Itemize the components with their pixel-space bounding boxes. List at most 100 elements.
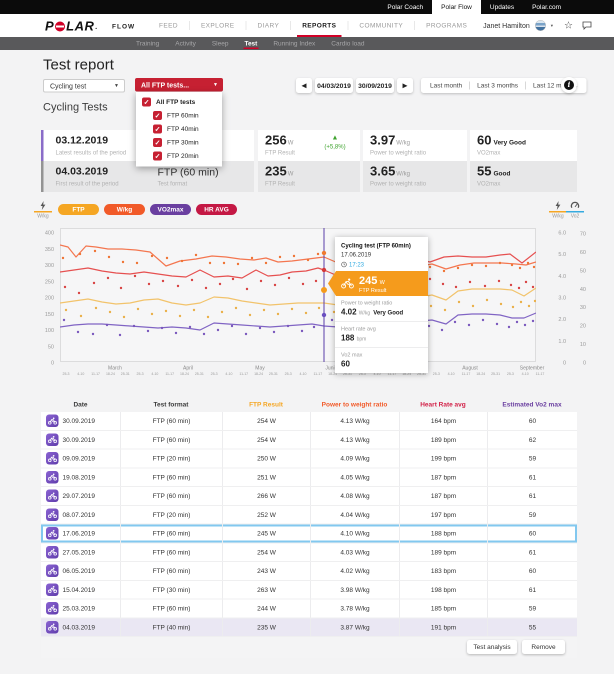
y-axis-left-label: 150 [34, 311, 54, 317]
legend-hr-avg[interactable]: HR AVG [196, 204, 237, 215]
chart-dot [136, 262, 138, 264]
topbar-link-updates[interactable]: Updates [481, 0, 523, 14]
chart-dot [122, 261, 124, 263]
table-row[interactable]: 19.08.2019FTP (60 min)251 W4.05 W/kg187 … [41, 468, 577, 487]
table-cell: 15.04.2019 [41, 581, 120, 599]
logo-letters-lar: LAR [66, 19, 94, 35]
axis-unit-label: Vo2 [562, 214, 588, 220]
menu-item-feed[interactable]: FEED [148, 14, 189, 37]
checkbox-checked-icon[interactable]: ✓ [142, 97, 151, 106]
next-period-button[interactable]: ▶ [397, 78, 413, 93]
column-header-power-to-weight-ratio[interactable]: Power to weight ratio [310, 397, 399, 412]
end-date-input[interactable]: 30/09/2019 [356, 78, 394, 93]
chart-dot [245, 333, 247, 335]
dropdown-item-all-ftp-tests[interactable]: ✓All FTP tests [136, 95, 222, 109]
chart-dot [442, 283, 444, 285]
summary-cell-ftp: 256W FTP Result ▲ (+5,8%) [258, 130, 360, 161]
wkg-unit: W/kg [396, 170, 410, 177]
legend-vo2max[interactable]: VO2max [150, 204, 191, 215]
vo2-value: 60 [477, 133, 491, 148]
menu-item-diary[interactable]: DIARY [246, 14, 290, 37]
subnav-item-sleep[interactable]: Sleep [204, 37, 237, 50]
start-date-input[interactable]: 04/03/2019 [315, 78, 353, 93]
column-header-ftp-result[interactable]: FTP Result [222, 397, 310, 412]
previous-period-button[interactable]: ◀ [296, 78, 312, 93]
table-row[interactable]: 25.03.2019FTP (60 min)244 W3.78 W/kg185 … [41, 600, 577, 619]
table-row[interactable]: 08.07.2019FTP (20 min)252 W4.04 W/kg197 … [41, 506, 577, 525]
table-row[interactable]: 15.04.2019FTP (30 min)263 W3.98 W/kg198 … [41, 581, 577, 600]
table-footer: Test analysis Remove [41, 637, 577, 658]
chart-dot [428, 325, 430, 327]
legend-ftp[interactable]: FTP [58, 204, 99, 215]
subnav-item-running-index[interactable]: Running Index [265, 37, 323, 50]
chart-dot [133, 325, 135, 327]
topbar-link-polar-coach[interactable]: Polar Coach [378, 0, 432, 14]
column-header-heart-rate-avg[interactable]: Heart Rate avg [399, 397, 487, 412]
chart-dot [166, 257, 168, 259]
topbar-link-polar-com[interactable]: Polar.com [523, 0, 570, 14]
test-analysis-button[interactable]: Test analysis [467, 640, 517, 654]
table-cell: 04.03.2019 [41, 618, 120, 636]
chart-dot [331, 319, 333, 321]
checkbox-checked-icon[interactable]: ✓ [153, 138, 162, 147]
x-axis-month-label: April [183, 366, 193, 372]
ftp-filter-select[interactable]: All FTP tests... ▼ [135, 78, 223, 92]
quick-range-last-month[interactable]: Last month [423, 78, 469, 93]
table-row[interactable]: 30.09.2019FTP (60 min)254 W4.13 W/kg164 … [41, 412, 577, 431]
remove-button[interactable]: Remove [522, 640, 565, 654]
quick-range-last-3-months[interactable]: Last 3 months [470, 78, 525, 93]
table-row[interactable]: 17.06.2019FTP (60 min)245 W4.10 W/kg188 … [41, 525, 577, 544]
selection-marker [322, 268, 326, 272]
tooltip-value: 60 [341, 360, 350, 369]
column-header-test-format[interactable]: Test format [120, 397, 222, 412]
table-row[interactable]: 27.05.2019FTP (60 min)254 W4.03 W/kg189 … [41, 543, 577, 562]
subnav-item-training[interactable]: Training [128, 37, 167, 50]
chart-dot [107, 277, 109, 279]
subnav-item-activity[interactable]: Activity [167, 37, 204, 50]
menu-item-community[interactable]: COMMUNITY [348, 14, 414, 37]
x-axis-week-label: 18-24 [106, 373, 115, 377]
table-row[interactable]: 29.07.2019FTP (60 min)266 W4.08 W/kg187 … [41, 487, 577, 506]
table-cell: 61 [487, 581, 577, 599]
chart-dot [137, 308, 139, 310]
table-row[interactable]: 06.05.2019FTP (60 min)243 W4.02 W/kg183 … [41, 562, 577, 581]
x-axis-week-label: 25-3 [359, 373, 366, 377]
table-cell: 60 [487, 562, 577, 580]
summary-cell-ftp: 235W FTP Result [258, 161, 360, 192]
y-axis-wkg-label: 2.0 [546, 317, 566, 323]
column-header-date[interactable]: Date [41, 397, 120, 412]
menu-item-programs[interactable]: PROGRAMS [415, 14, 478, 37]
chart-dot [93, 282, 95, 284]
chart-dot [498, 280, 500, 282]
info-button[interactable]: i [561, 77, 577, 93]
x-axis-week-label: 18-24 [254, 373, 263, 377]
subnav-item-test[interactable]: Test [236, 37, 265, 50]
checkbox-checked-icon[interactable]: ✓ [153, 124, 162, 133]
subnav-item-cardio-load[interactable]: Cardio load [323, 37, 372, 50]
chart-dot [119, 334, 121, 336]
menu-item-reports[interactable]: REPORTS [291, 14, 347, 37]
table-row[interactable]: 04.03.2019FTP (40 min)235 W3.87 W/kg191 … [41, 618, 577, 637]
user-menu[interactable]: Janet Hamilton ▾ ☆ [483, 14, 592, 37]
test-type-select[interactable]: Cycling test ▼ [43, 79, 125, 93]
polar-logo[interactable]: PLAR. [45, 19, 98, 35]
subnav: TrainingActivitySleepTestRunning IndexCa… [0, 37, 614, 50]
legend-w-kg[interactable]: W/kg [104, 204, 145, 215]
x-axis-week-label: 11-17 [91, 373, 100, 377]
dropdown-item-ftp-30min[interactable]: ✓FTP 30min [136, 136, 222, 150]
chart-canvas[interactable] [60, 228, 536, 362]
checkbox-checked-icon[interactable]: ✓ [153, 111, 162, 120]
dropdown-item-ftp-60min[interactable]: ✓FTP 60min [136, 109, 222, 123]
chat-icon[interactable] [582, 21, 592, 30]
favorites-icon[interactable]: ☆ [564, 21, 573, 31]
table-row[interactable]: 09.09.2019FTP (20 min)250 W4.09 W/kg199 … [41, 450, 577, 469]
checkbox-checked-icon[interactable]: ✓ [153, 151, 162, 160]
menu-item-explore[interactable]: EXPLORE [190, 14, 246, 37]
table-row[interactable]: 30.09.2019FTP (60 min)254 W4.13 W/kg189 … [41, 431, 577, 450]
dropdown-item-ftp-40min[interactable]: ✓FTP 40min [136, 122, 222, 136]
chevron-down-icon: ▼ [114, 83, 119, 89]
dropdown-item-ftp-20min[interactable]: ✓FTP 20min [136, 149, 222, 163]
topbar-link-polar-flow[interactable]: Polar Flow [432, 0, 481, 14]
column-header-estimated-vo2-max[interactable]: Estimated Vo2 max [487, 397, 577, 412]
y-axis-vo2-label: 60 [566, 249, 586, 255]
